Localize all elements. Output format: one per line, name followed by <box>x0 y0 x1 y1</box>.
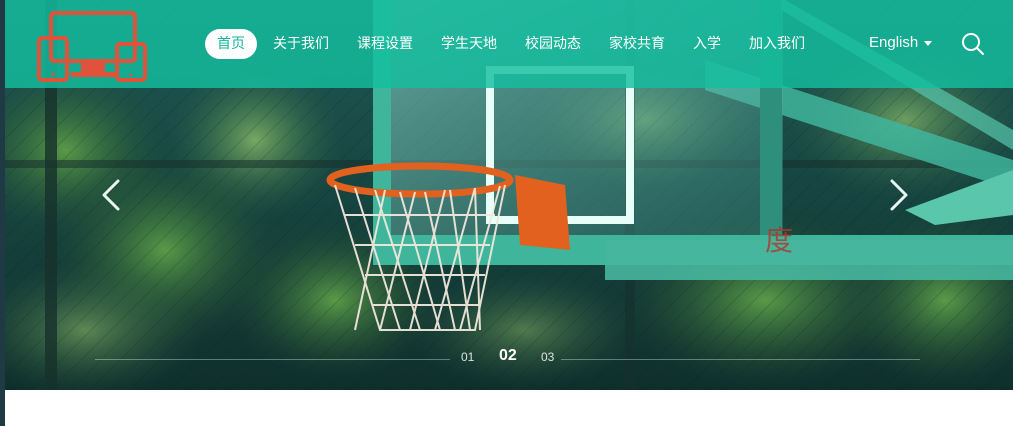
chevron-right-icon[interactable] <box>886 178 912 212</box>
main-nav: 首页 关于我们 课程设置 学生天地 校园动态 家校共育 入学 加入我们 <box>205 29 821 59</box>
nav-item-students[interactable]: 学生天地 <box>429 29 509 59</box>
nav-item-courses[interactable]: 课程设置 <box>345 29 425 59</box>
nav-item-admission[interactable]: 入学 <box>681 29 733 59</box>
pager-item-03[interactable]: 03 <box>541 350 554 364</box>
nav-item-home-school[interactable]: 家校共育 <box>597 29 677 59</box>
language-label: English <box>869 34 919 51</box>
chevron-left-icon[interactable] <box>98 178 124 212</box>
pager-line-right <box>561 359 920 360</box>
pager-line-left <box>95 359 450 360</box>
chevron-down-icon <box>924 40 933 46</box>
language-switcher[interactable]: English <box>869 34 933 51</box>
devices-logo[interactable] <box>37 10 149 82</box>
nav-item-join-us[interactable]: 加入我们 <box>737 29 817 59</box>
nav-item-home[interactable]: 首页 <box>205 29 257 59</box>
nav-item-about[interactable]: 关于我们 <box>261 29 341 59</box>
pager-item-01[interactable]: 01 <box>461 350 474 364</box>
nav-item-campus-news[interactable]: 校园动态 <box>513 29 593 59</box>
carousel-pager: 01 02 03 <box>95 345 920 373</box>
pager-item-02[interactable]: 02 <box>499 347 517 365</box>
header-bar: 首页 关于我们 课程设置 学生天地 校园动态 家校共育 入学 加入我们 Engl… <box>5 0 1013 88</box>
search-icon[interactable] <box>961 32 985 56</box>
svg-text:度: 度 <box>765 224 793 257</box>
